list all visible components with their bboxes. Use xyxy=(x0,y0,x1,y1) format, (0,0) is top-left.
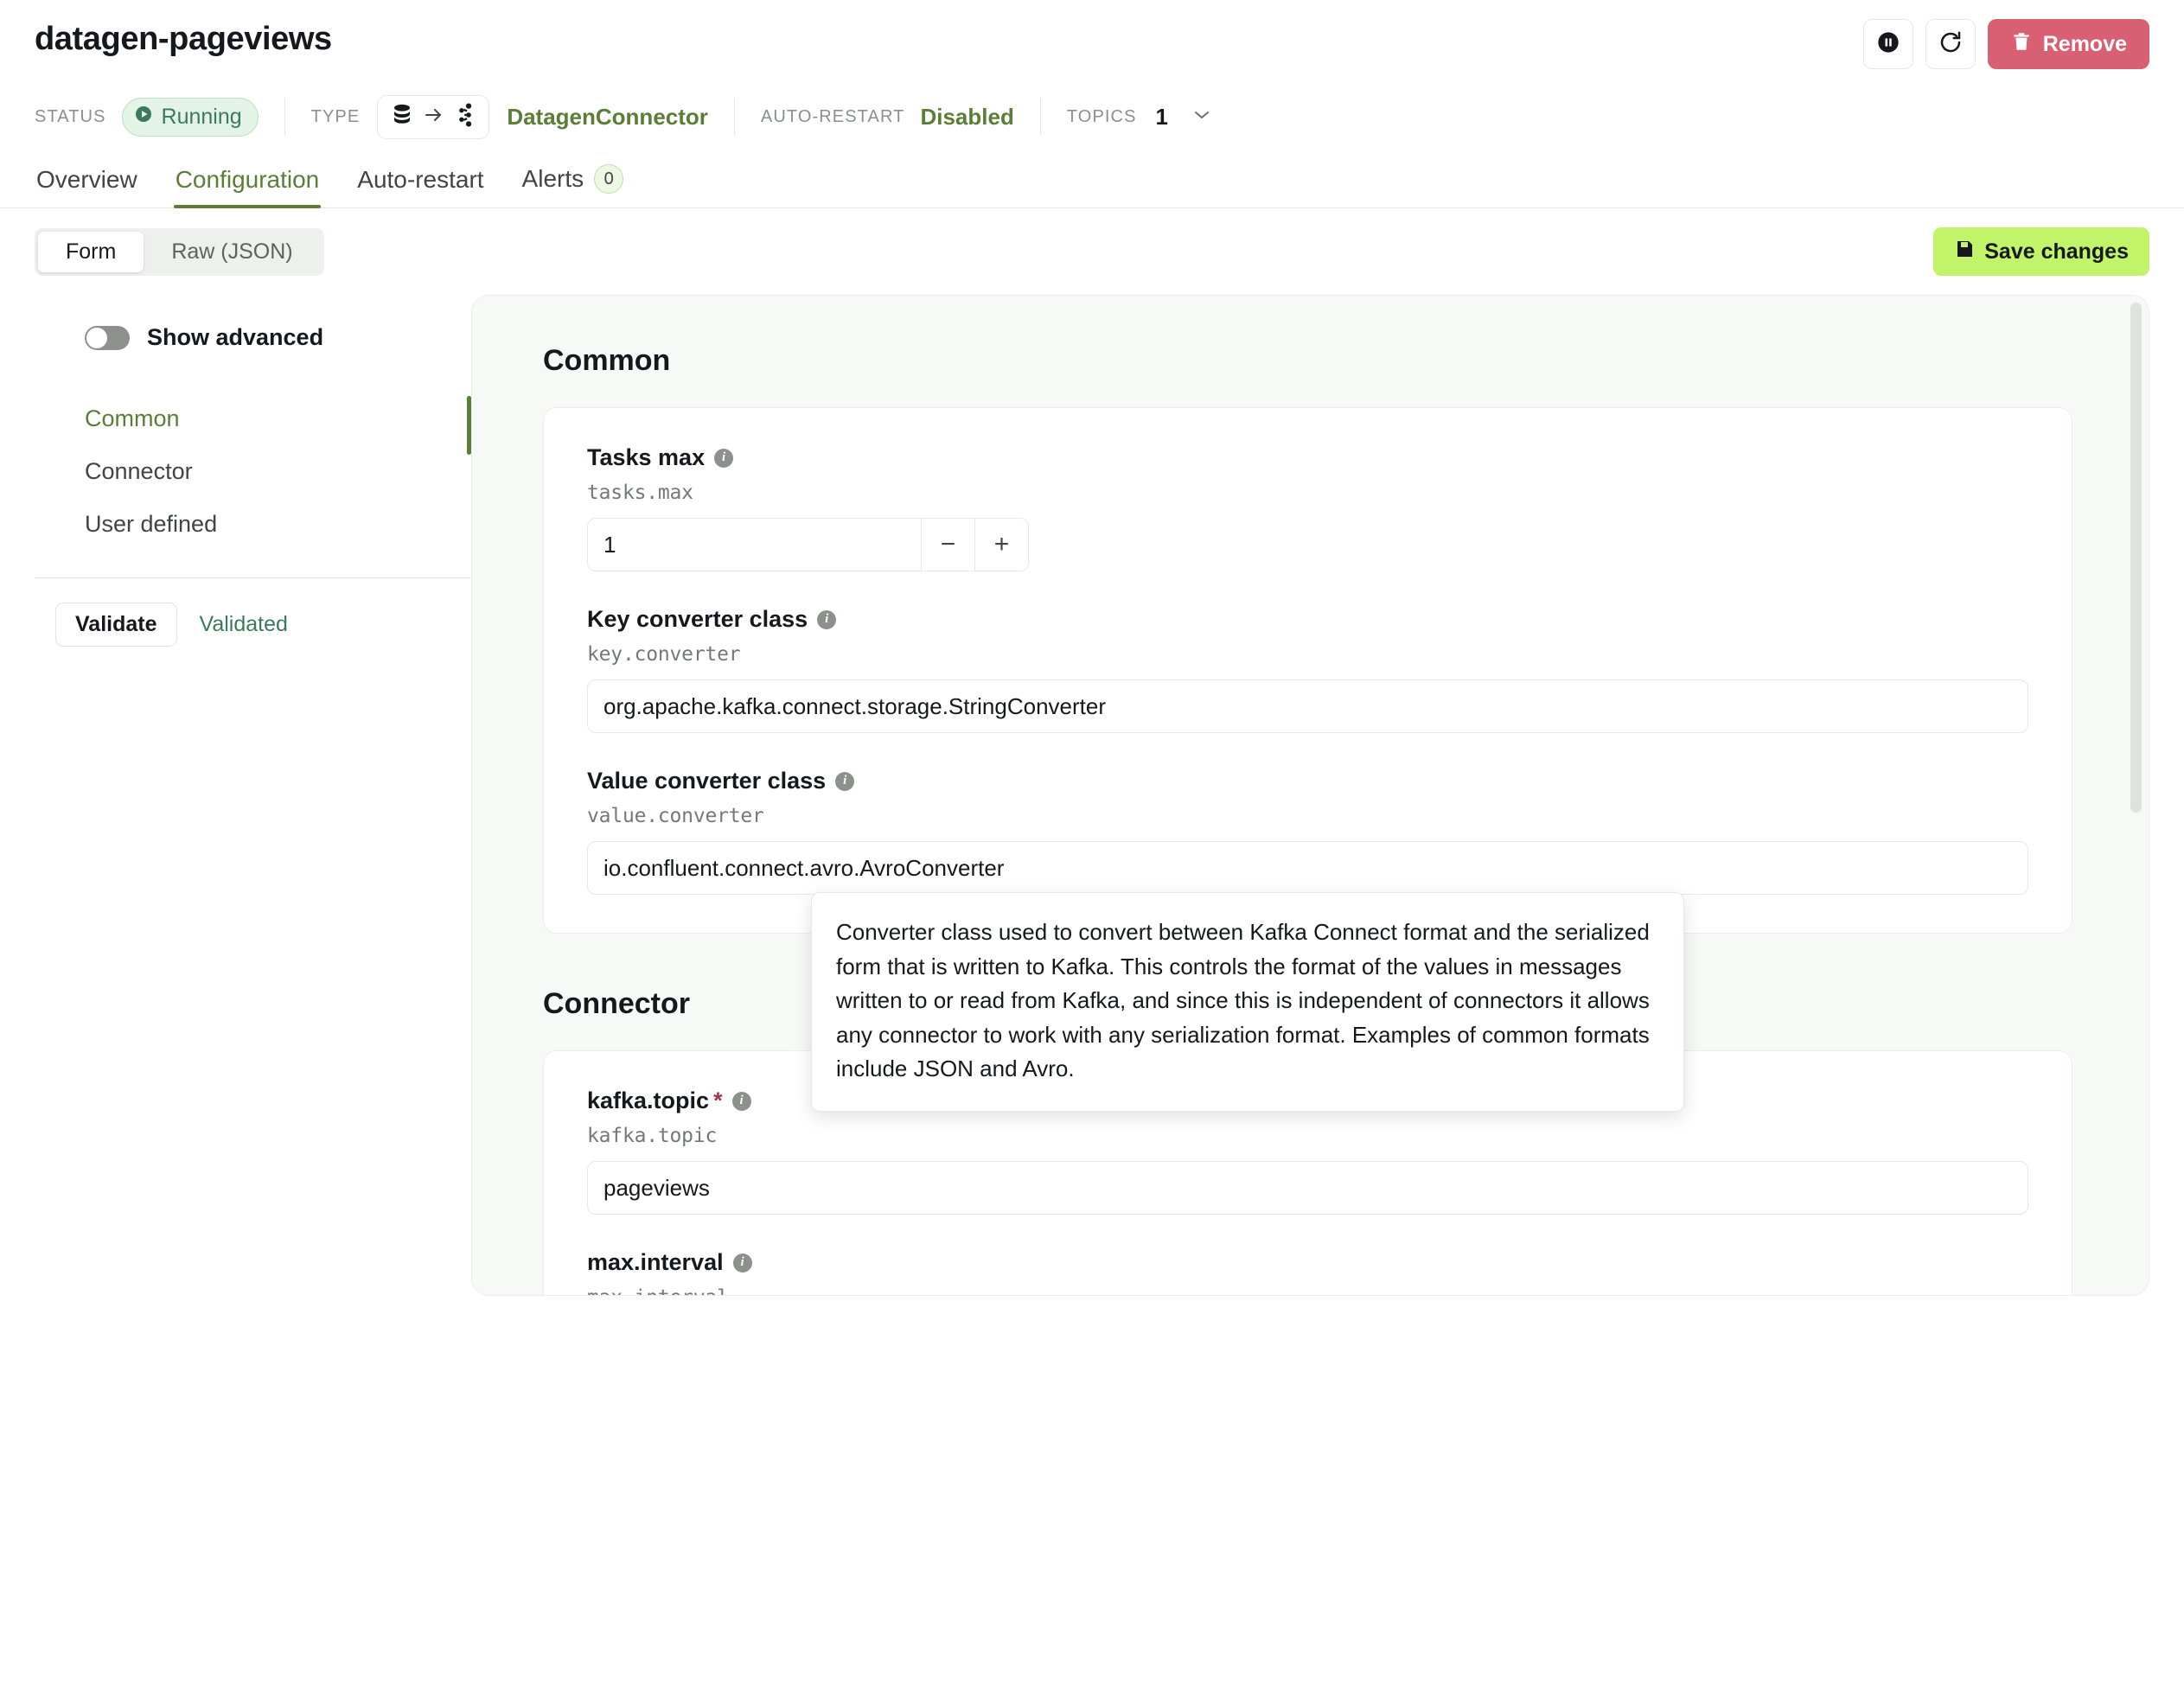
field-max-interval: max.interval i max.interval − + xyxy=(587,1249,2028,1295)
field-tasks-max-label: Tasks max i xyxy=(587,444,2028,471)
required-marker: * xyxy=(713,1088,723,1113)
status-badge-label: Running xyxy=(161,104,242,129)
panel-scrollbar-thumb[interactable] xyxy=(2130,303,2142,813)
sidebar-item-user-defined[interactable]: User defined xyxy=(35,498,471,551)
title-row: datagen-pageviews Remove xyxy=(35,19,2149,69)
sidebar-item-connector[interactable]: Connector xyxy=(35,445,471,498)
restart-icon xyxy=(1938,29,1964,60)
tab-alerts[interactable]: Alerts 0 xyxy=(520,159,626,207)
value-converter-tooltip: Converter class used to convert between … xyxy=(811,892,1684,1112)
config-panel: Common Tasks max i tasks.max − + xyxy=(471,295,2149,1296)
config-sidebar: Show advanced Common Connector User defi… xyxy=(35,295,471,1296)
show-advanced-label: Show advanced xyxy=(147,324,324,350)
tasks-max-input[interactable] xyxy=(588,519,921,571)
field-key-converter: Key converter class i key.converter xyxy=(587,606,2028,733)
tasks-max-stepper: − + xyxy=(587,518,1029,571)
tab-configuration-label: Configuration xyxy=(175,166,320,193)
save-disk-icon xyxy=(1954,239,1975,265)
chevron-down-icon xyxy=(1191,107,1213,127)
section-card-common: Tasks max i tasks.max − + Key converter … xyxy=(543,407,2072,934)
trash-icon xyxy=(2010,30,2033,59)
info-icon[interactable]: i xyxy=(714,448,734,468)
kafka-icon xyxy=(453,102,477,132)
play-circle-icon xyxy=(133,104,154,131)
alerts-count-badge: 0 xyxy=(594,164,624,194)
config-body: Show advanced Common Connector User defi… xyxy=(0,276,2184,1296)
remove-button-label: Remove xyxy=(2042,31,2127,56)
tab-bar: Overview Configuration Auto-restart Aler… xyxy=(0,159,2184,208)
config-subbar: Form Raw (JSON) Save changes xyxy=(0,208,2184,276)
field-tasks-max: Tasks max i tasks.max − + xyxy=(587,444,2028,571)
validate-button[interactable]: Validate xyxy=(55,602,177,647)
topics-value: 1 xyxy=(1155,103,1168,130)
value-converter-input[interactable] xyxy=(587,841,2028,895)
save-changes-label: Save changes xyxy=(1984,239,2129,264)
field-kafka-topic-key: kafka.topic xyxy=(587,1125,718,1147)
panel-scrollbar[interactable] xyxy=(2130,303,2142,1288)
section-title-common: Common xyxy=(543,344,671,377)
save-changes-button[interactable]: Save changes xyxy=(1933,227,2149,276)
header-actions: Remove xyxy=(1862,19,2149,69)
header-meta-row: STATUS Running TYPE DatagenConnector AUT… xyxy=(35,94,2149,139)
field-kafka-topic-title: kafka.topic xyxy=(587,1088,710,1113)
validated-status-text: Validated xyxy=(199,611,288,636)
field-value-converter-title: Value converter class xyxy=(587,768,827,794)
field-value-converter-key: value.converter xyxy=(587,805,764,827)
tasks-max-increment-button[interactable]: + xyxy=(974,519,1028,571)
tab-configuration[interactable]: Configuration xyxy=(173,161,322,208)
toggle-switch-icon xyxy=(85,325,130,350)
meta-divider-2 xyxy=(733,99,735,135)
info-icon[interactable]: i xyxy=(817,609,837,629)
field-tasks-max-title: Tasks max xyxy=(587,444,706,470)
auto-restart-value: Disabled xyxy=(920,103,1014,130)
restart-button[interactable] xyxy=(1925,19,1976,69)
field-key-converter-key: key.converter xyxy=(587,643,741,666)
info-icon[interactable]: i xyxy=(732,1253,752,1273)
key-converter-input[interactable] xyxy=(587,679,2028,733)
field-max-interval-key: max.interval xyxy=(587,1286,2028,1295)
kafka-topic-input[interactable] xyxy=(587,1161,2028,1215)
field-tasks-max-key: tasks.max xyxy=(587,482,693,504)
tab-overview-label: Overview xyxy=(36,166,137,193)
config-panel-inner: Common Tasks max i tasks.max − + xyxy=(472,296,2149,1295)
status-label: STATUS xyxy=(35,106,106,126)
view-mode-toggle: Form Raw (JSON) xyxy=(35,227,324,276)
type-icon-chip xyxy=(377,94,490,139)
pause-button[interactable] xyxy=(1862,19,1913,69)
field-value-converter: Value converter class i value.converter xyxy=(587,768,2028,895)
field-key-converter-title: Key converter class xyxy=(587,606,808,632)
topics-label: TOPICS xyxy=(1066,106,1137,126)
field-max-interval-label: max.interval i xyxy=(587,1249,2028,1276)
sidebar-item-common[interactable]: Common xyxy=(35,392,471,445)
tab-auto-restart-label: Auto-restart xyxy=(357,166,484,193)
type-label: TYPE xyxy=(310,106,361,126)
field-value-converter-label: Value converter class i xyxy=(587,768,2028,794)
info-icon[interactable]: i xyxy=(731,1091,751,1111)
auto-restart-label: AUTO-RESTART xyxy=(760,106,905,126)
field-key-converter-label: Key converter class i xyxy=(587,606,2028,633)
database-icon xyxy=(389,102,415,132)
tab-auto-restart[interactable]: Auto-restart xyxy=(355,161,485,207)
show-advanced-toggle[interactable]: Show advanced xyxy=(35,324,471,351)
tasks-max-decrement-button[interactable]: − xyxy=(921,519,974,571)
topics-expand-button[interactable] xyxy=(1191,107,1213,127)
page-title: datagen-pageviews xyxy=(35,21,332,57)
tab-alerts-label: Alerts xyxy=(521,165,584,192)
tab-overview[interactable]: Overview xyxy=(35,161,139,207)
sidebar-nav: Common Connector User defined xyxy=(35,392,471,552)
info-icon[interactable]: i xyxy=(835,771,855,791)
validate-row: Validate Validated xyxy=(35,578,471,647)
view-mode-raw-json[interactable]: Raw (JSON) xyxy=(144,232,320,272)
page-header: datagen-pageviews Remove STATUS Running … xyxy=(0,0,2184,139)
field-max-interval-title: max.interval xyxy=(587,1249,724,1275)
remove-button[interactable]: Remove xyxy=(1987,19,2149,69)
pause-circle-icon xyxy=(1876,30,1900,59)
meta-divider xyxy=(284,99,285,135)
arrow-right-icon xyxy=(423,105,445,129)
type-value: DatagenConnector xyxy=(507,103,708,130)
view-mode-form[interactable]: Form xyxy=(38,231,144,272)
meta-divider-3 xyxy=(1039,99,1041,135)
status-badge: Running xyxy=(121,97,259,137)
